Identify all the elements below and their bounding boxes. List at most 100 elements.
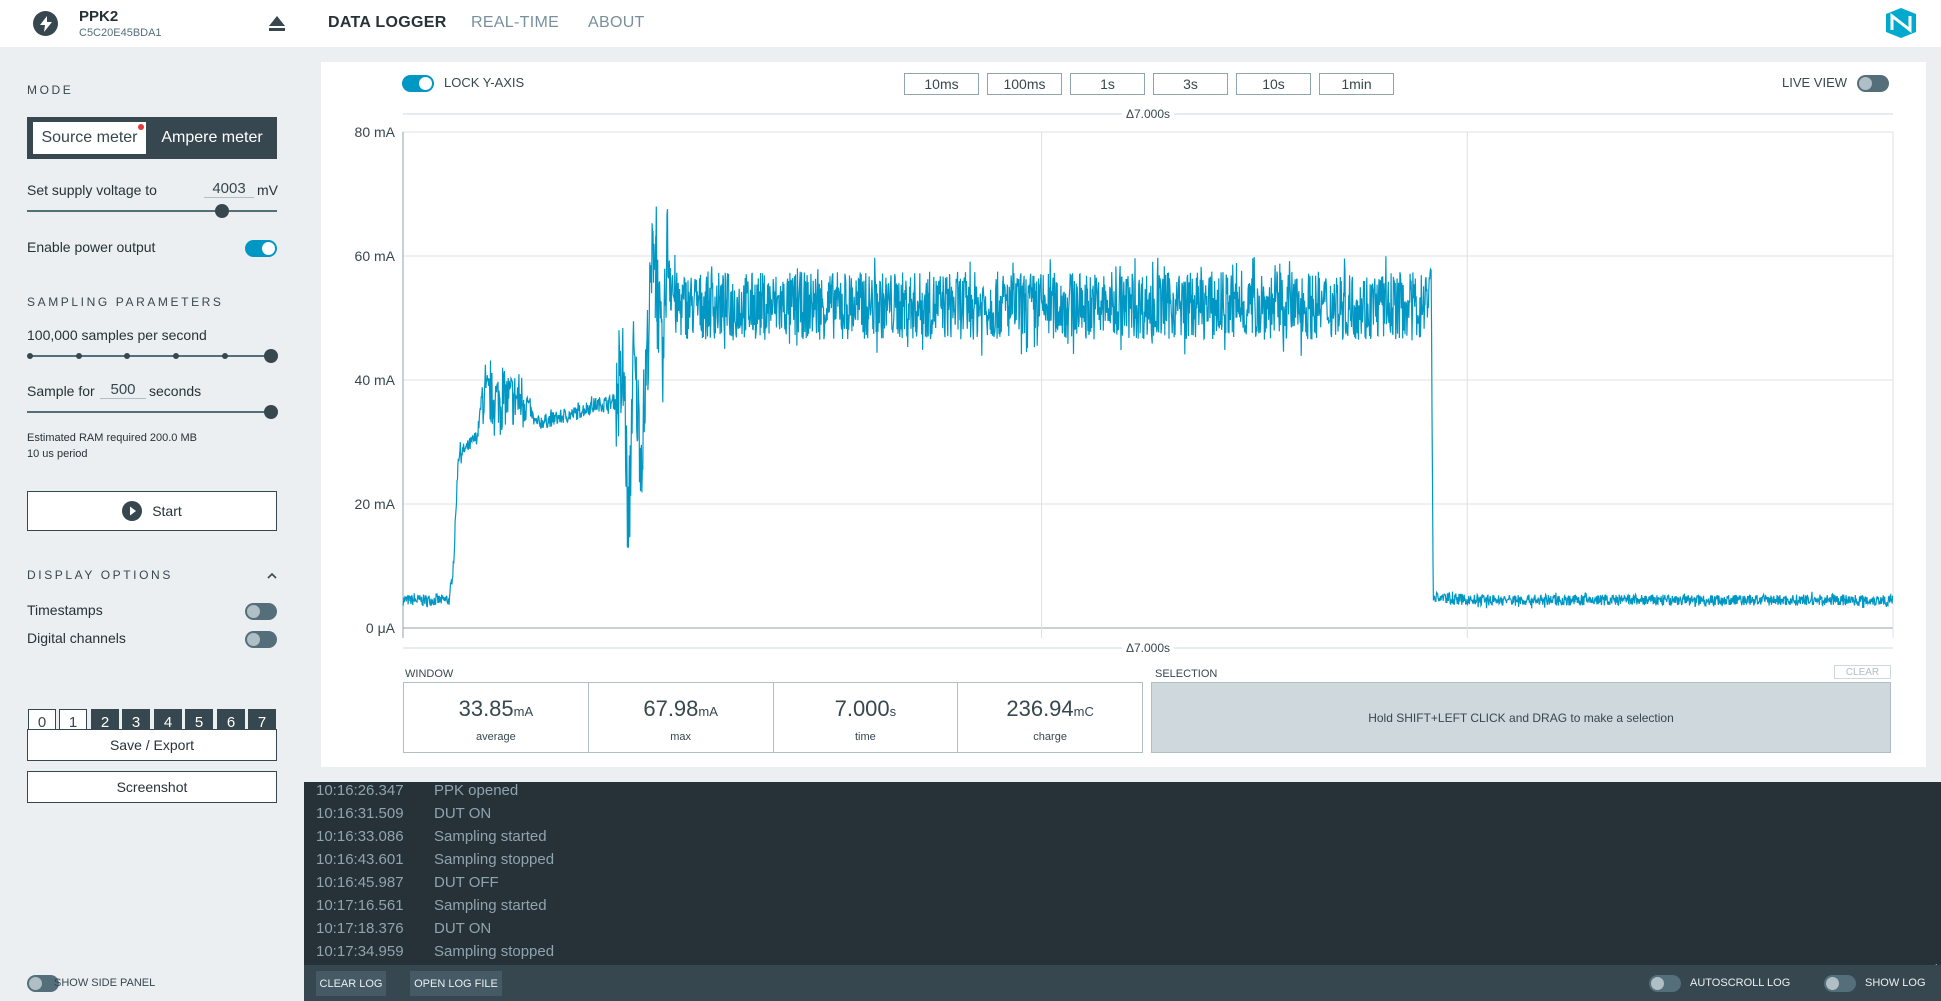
- timestamps-toggle[interactable]: [245, 603, 277, 620]
- sampling-title: SAMPLING PARAMETERS: [27, 295, 224, 309]
- screenshot-button[interactable]: Screenshot: [27, 771, 277, 803]
- sample-duration-track[interactable]: [27, 411, 271, 413]
- stat-time-value: 7.000: [834, 696, 890, 721]
- samples-rate-step[interactable]: [124, 353, 130, 359]
- tab-data-logger[interactable]: DATA LOGGER: [328, 14, 447, 32]
- stat-max-label: max: [670, 731, 692, 743]
- current-trace-line: [402, 209, 1894, 609]
- log-entry: 10:16:33.086 Sampling started: [316, 828, 547, 845]
- timestamps-label: Timestamps: [27, 602, 103, 618]
- sample-duration-input[interactable]: 500: [100, 381, 146, 399]
- clear-selection-button[interactable]: CLEAR: [1834, 665, 1891, 679]
- y-tick-label: 0 μA: [366, 620, 396, 636]
- samples-rate-step[interactable]: [27, 353, 33, 359]
- stat-charge-value: 236.94: [1006, 696, 1074, 721]
- log-message: DUT ON: [434, 805, 492, 822]
- nordic-logo: [1884, 8, 1918, 38]
- current-chart[interactable]: Δ7.000s Δ7.000s 80 mA 60 mA 40 mA 20 mA 0 μA: [340, 100, 1900, 660]
- eject-icon[interactable]: [268, 14, 286, 32]
- live-view-toggle[interactable]: [1857, 75, 1889, 92]
- log-time: 10:17:18.376: [316, 920, 404, 937]
- save-export-button[interactable]: Save / Export: [27, 729, 277, 761]
- samples-rate-step[interactable]: [76, 353, 82, 359]
- lock-y-axis-label: LOCK Y-AXIS: [444, 75, 525, 90]
- source-meter-button[interactable]: Source meter: [33, 122, 146, 154]
- samples-rate-track[interactable]: [30, 355, 270, 357]
- resize-handle-icon[interactable]: [1931, 957, 1938, 965]
- log-time: 10:16:26.347: [316, 782, 404, 799]
- stat-charge: 236.94mC charge: [958, 683, 1142, 752]
- log-message: Sampling stopped: [434, 851, 555, 868]
- supply-voltage-track[interactable]: [27, 210, 277, 212]
- ampere-meter-button[interactable]: Ampere meter: [152, 122, 272, 154]
- device-serial: C5C20E45BDA1: [79, 27, 162, 39]
- log-entry: 10:16:45.987 DUT OFF: [316, 874, 499, 891]
- supply-voltage-thumb[interactable]: [215, 204, 229, 218]
- window-10ms-button[interactable]: 10ms: [904, 73, 979, 95]
- enable-power-toggle[interactable]: [245, 240, 277, 257]
- log-entry: 10:16:43.601 Sampling stopped: [316, 851, 554, 868]
- stat-average-unit: mA: [513, 704, 534, 719]
- display-options-title: DISPLAY OPTIONS: [27, 568, 173, 582]
- stat-charge-unit: mC: [1073, 704, 1094, 719]
- log-message: Sampling stopped: [434, 943, 555, 960]
- window-stats: 33.85mA average 67.98mA max 7.000s time …: [403, 682, 1143, 753]
- show-log-label: SHOW LOG: [1865, 977, 1926, 989]
- window-100ms-button[interactable]: 100ms: [987, 73, 1062, 95]
- window-3s-button[interactable]: 3s: [1153, 73, 1228, 95]
- sample-duration-unit: seconds: [149, 383, 202, 399]
- tab-real-time[interactable]: REAL-TIME: [471, 14, 559, 32]
- source-meter-label: Source meter: [41, 129, 138, 146]
- log-panel[interactable]: 10:16:26.347 PPK opened 10:16:31.509 DUT O…: [304, 782, 1941, 965]
- samples-rate-step[interactable]: [222, 353, 228, 359]
- log-message: PPK opened: [434, 782, 519, 799]
- log-entry: 10:16:26.347 PPK opened: [316, 782, 518, 799]
- log-time: 10:16:31.509: [316, 805, 404, 822]
- log-message: DUT OFF: [434, 874, 499, 891]
- mode-title: MODE: [27, 83, 74, 97]
- selection-title: SELECTION: [1155, 668, 1218, 680]
- log-time: 10:16:45.987: [316, 874, 404, 891]
- open-log-file-button[interactable]: OPEN LOG FILE: [410, 971, 502, 996]
- log-time: 10:17:16.561: [316, 897, 404, 914]
- digital-channels-label: Digital channels: [27, 630, 126, 646]
- y-tick-label: 60 mA: [355, 248, 396, 264]
- y-tick-label: 80 mA: [355, 124, 396, 140]
- window-10s-button[interactable]: 10s: [1236, 73, 1311, 95]
- supply-voltage-input[interactable]: 4003: [204, 180, 254, 198]
- log-entry: 10:17:16.561 Sampling started: [316, 897, 547, 914]
- autoscroll-log-toggle[interactable]: [1649, 975, 1681, 992]
- stat-time: 7.000s time: [774, 683, 959, 752]
- stat-time-label: time: [854, 731, 876, 743]
- stat-max-value: 67.98: [643, 696, 699, 721]
- digital-channels-toggle[interactable]: [245, 631, 277, 648]
- stat-average-label: average: [475, 731, 516, 743]
- window-1s-button[interactable]: 1s: [1070, 73, 1145, 95]
- supply-voltage-unit: mV: [257, 182, 278, 198]
- stat-max: 67.98mA max: [589, 683, 774, 752]
- clear-log-button[interactable]: CLEAR LOG: [316, 971, 386, 996]
- supply-voltage-label: Set supply voltage to: [27, 182, 157, 198]
- start-button[interactable]: Start: [27, 491, 277, 531]
- log-message: Sampling started: [434, 828, 547, 845]
- lightning-icon[interactable]: [33, 11, 58, 36]
- lock-y-axis-toggle[interactable]: [402, 75, 434, 92]
- samples-rate-thumb[interactable]: [264, 349, 278, 363]
- active-indicator: [138, 124, 144, 130]
- show-log-toggle[interactable]: [1824, 975, 1856, 992]
- footer-left: SHOW SIDE PANEL: [0, 965, 304, 1001]
- selection-area[interactable]: Hold SHIFT+LEFT CLICK and DRAG to make a…: [1151, 682, 1891, 753]
- chevron-up-icon[interactable]: [266, 568, 278, 579]
- sample-duration-thumb[interactable]: [264, 405, 278, 419]
- samples-rate-label: 100,000 samples per second: [27, 327, 207, 343]
- log-time: 10:17:34.959: [316, 943, 404, 960]
- stat-average-value: 33.85: [458, 696, 514, 721]
- samples-rate-step[interactable]: [173, 353, 179, 359]
- log-time: 10:16:33.086: [316, 828, 404, 845]
- side-panel: MODE Source meter Ampere meter Set suppl…: [0, 47, 304, 965]
- footer-log-bar: CLEAR LOG OPEN LOG FILE AUTOSCROLL LOG S…: [304, 965, 1941, 1001]
- y-tick-label: 40 mA: [355, 372, 396, 388]
- window-1min-button[interactable]: 1min: [1319, 73, 1394, 95]
- tab-about[interactable]: ABOUT: [588, 14, 645, 32]
- show-side-panel-label: SHOW SIDE PANEL: [54, 977, 156, 989]
